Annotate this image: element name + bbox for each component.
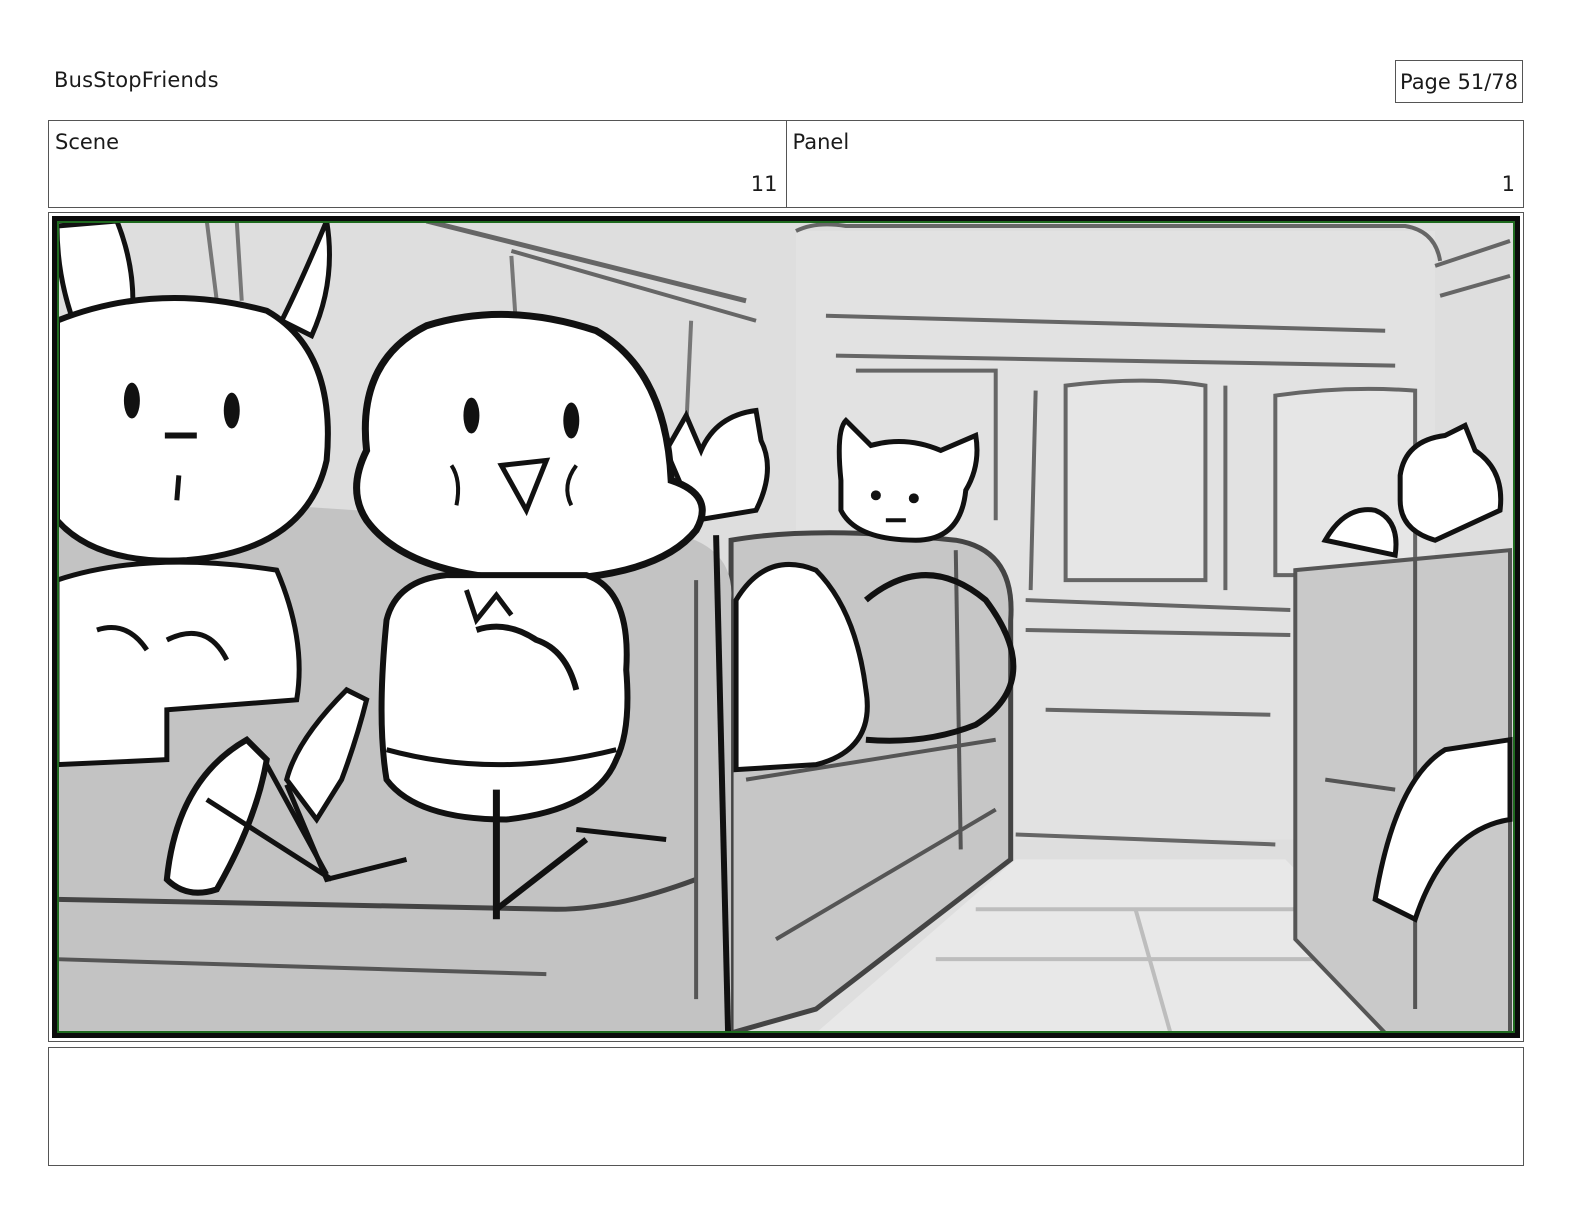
panel-cell: Panel 1	[785, 121, 1524, 207]
panel-label: Panel	[792, 130, 850, 154]
storyboard-frame	[48, 212, 1524, 1042]
scene-number: 11	[750, 172, 778, 196]
page-indicator: Page 51/78	[1395, 60, 1523, 103]
storyboard-panel-image	[52, 216, 1520, 1038]
panel-number: 1	[1501, 172, 1515, 196]
scene-panel-info-row: Scene 11 Panel 1	[48, 120, 1524, 208]
bus-interior-sketch	[57, 221, 1515, 1033]
panel-notes-box	[48, 1047, 1524, 1166]
scene-label: Scene	[55, 130, 120, 154]
scene-cell: Scene 11	[49, 121, 786, 207]
project-title: BusStopFriends	[54, 68, 219, 92]
